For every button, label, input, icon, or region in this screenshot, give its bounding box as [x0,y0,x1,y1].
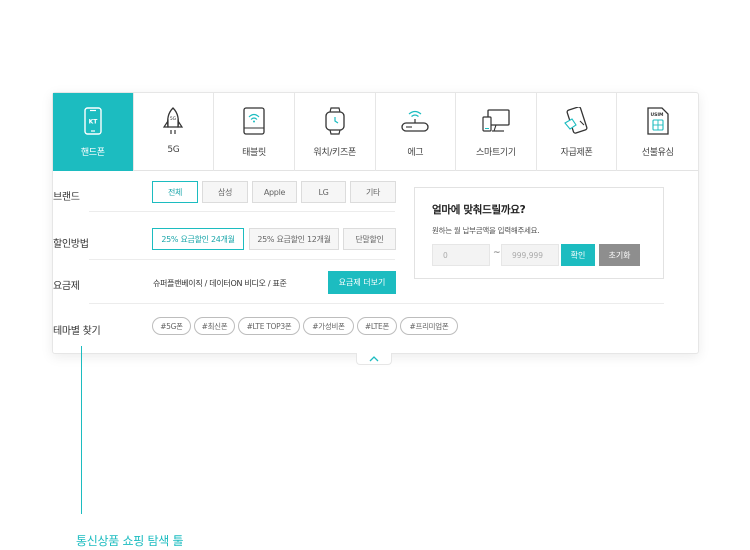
tab-tablet[interactable]: 태블릿 [214,93,295,171]
confirm-button[interactable]: 확인 [561,244,595,266]
discount-option-device[interactable]: 단말할인 [343,228,396,250]
tab-egg[interactable]: 에그 [376,93,457,171]
phone-icon: KT [78,106,108,136]
price-box-subtitle: 원하는 월 납부금액을 입력해주세요. [432,226,540,235]
range-separator: ~ [493,248,501,258]
tab-label: 핸드폰 [80,148,105,158]
min-price-input[interactable]: 0 [432,244,490,266]
discount-option-12m[interactable]: 25% 요금할인 12개월 [249,228,339,250]
annotation-leader-line [81,346,82,514]
divider [89,303,664,304]
brand-option-samsung[interactable]: 삼성 [202,181,248,203]
tab-5g[interactable]: 5G 5G [134,93,215,171]
plan-more-button[interactable]: 요금제 더보기 [328,271,396,294]
chevron-up-icon [369,355,379,362]
product-finder-panel: KT 핸드폰 5G 5G 태블릿 워치/키즈폰 에그 스마트기기 자급제폰 US… [52,92,699,354]
discount-label: 할인방법 [53,239,89,250]
price-box-title: 얼마에 맞춰드릴까요? [432,204,526,216]
divider [89,211,395,212]
tab-label: 선불유심 [641,148,674,158]
rocket-5g-icon: 5G [158,106,188,136]
brand-option-other[interactable]: 기타 [350,181,396,203]
category-tabs: KT 핸드폰 5G 5G 태블릿 워치/키즈폰 에그 스마트기기 자급제폰 US… [53,93,698,171]
discount-option-24m[interactable]: 25% 요금할인 24개월 [152,228,244,250]
tab-label: 태블릿 [242,148,267,158]
tab-smart-device[interactable]: 스마트기기 [456,93,537,171]
smart-device-icon [481,106,511,136]
brand-option-lg[interactable]: LG [301,181,346,203]
tab-label: 에그 [407,148,424,158]
tab-unlocked-phone[interactable]: 자급제폰 [537,93,618,171]
max-price-input[interactable]: 999,999 [501,244,559,266]
theme-tag-5g[interactable]: #5G폰 [152,317,191,335]
tab-prepaid-usim[interactable]: USIM 선불유심 [617,93,698,171]
tab-label: 5G [167,145,180,155]
tablet-icon [239,106,269,136]
unlocked-phone-icon [562,106,592,136]
svg-text:KT: KT [88,119,98,126]
brand-label: 브랜드 [53,192,80,203]
theme-tag-premium[interactable]: #프리미엄폰 [400,317,458,335]
tab-label: 스마트기기 [475,148,516,158]
theme-label: 테마별 찾기 [53,326,101,337]
tab-phone[interactable]: KT 핸드폰 [53,93,134,171]
brand-option-all[interactable]: 전체 [152,181,198,203]
egg-router-icon [400,106,430,136]
svg-text:5G: 5G [170,116,177,122]
plan-label: 요금제 [53,281,80,292]
theme-tag-lte-top3[interactable]: #LTE TOP3폰 [238,317,300,335]
brand-option-apple[interactable]: Apple [252,181,297,203]
tab-watch[interactable]: 워치/키즈폰 [295,93,376,171]
reset-button[interactable]: 초기화 [599,244,640,266]
price-filter-box: 얼마에 맞춰드릴까요? 원하는 월 납부금액을 입력해주세요. 0 ~ 999,… [414,187,664,279]
plan-value: 슈퍼플랜베이직 / 데이터ON 비디오 / 표준 [153,279,287,288]
watch-icon [320,106,350,136]
usim-icon: USIM [643,106,673,136]
divider [89,259,395,260]
theme-tag-lte[interactable]: #LTE폰 [357,317,397,335]
tab-label: 자급제폰 [560,148,593,158]
svg-text:USIM: USIM [650,112,664,118]
annotation-caption: 통신상품 쇼핑 탐색 툴 [76,534,184,548]
tab-label: 워치/키즈폰 [313,148,356,158]
theme-tag-latest[interactable]: #최신폰 [194,317,235,335]
theme-tag-value[interactable]: #가성비폰 [303,317,354,335]
collapse-toggle[interactable] [356,353,392,365]
